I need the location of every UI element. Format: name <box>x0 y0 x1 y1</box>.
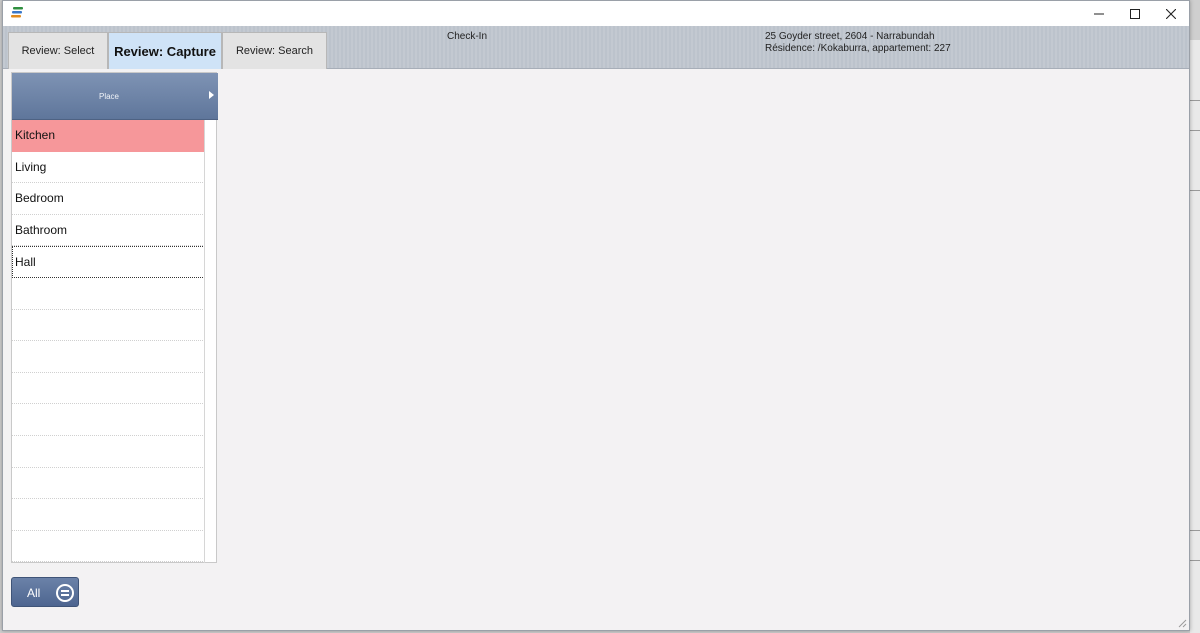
residence-text: Résidence: /Kokaburra, appartement: 227 <box>765 43 951 54</box>
grid-row-empty[interactable] <box>12 310 205 342</box>
equals-icon <box>56 584 74 602</box>
grid-cell: Hall <box>15 254 36 269</box>
close-button[interactable] <box>1153 1 1189 26</box>
app-window: Review: Select Review: Capture Review: S… <box>2 0 1190 631</box>
grid-divider <box>204 120 205 563</box>
all-filter-button[interactable]: All <box>11 577 79 607</box>
grid-cell: Living <box>15 159 47 174</box>
grid-row-kitchen[interactable]: Kitchen <box>12 120 205 152</box>
grid-row-empty[interactable] <box>12 436 205 468</box>
grid-cell: Bedroom <box>15 191 64 206</box>
tab-label: Review: Capture <box>114 43 216 59</box>
tab-label: Review: Select <box>21 45 95 57</box>
grid-row-bathroom[interactable]: Bathroom <box>12 215 205 247</box>
close-icon <box>1166 8 1176 19</box>
grid-row-empty[interactable] <box>12 531 205 563</box>
grid-row-empty[interactable] <box>12 468 205 500</box>
location-info: 25 Goyder street, 2604 - Narrabundah Rés… <box>765 31 951 55</box>
address-text: 25 Goyder street, 2604 - Narrabundah <box>765 31 935 42</box>
grid-row-empty[interactable] <box>12 404 205 436</box>
mode-label: Check-In <box>447 31 488 42</box>
grid-row-hall[interactable]: Hall <box>12 246 205 278</box>
app-logo-icon <box>11 7 23 18</box>
place-grid: Place Kitchen Living Bedroom Bathroom Hall <box>11 72 218 563</box>
maximize-icon <box>1130 8 1140 19</box>
grid-row-empty[interactable] <box>12 373 205 405</box>
tab-label: Review: Search <box>235 45 314 57</box>
expand-arrow-icon[interactable] <box>209 91 214 99</box>
grid-header[interactable]: Place <box>12 73 218 120</box>
grid-row-empty[interactable] <box>12 341 205 373</box>
title-bar <box>3 1 1189 26</box>
grid-cell: Bathroom <box>15 223 68 238</box>
grid-row-empty[interactable] <box>12 499 205 531</box>
grid-row-empty[interactable] <box>12 278 205 310</box>
maximize-button[interactable] <box>1117 1 1153 26</box>
column-header-place: Place <box>98 92 119 101</box>
grid-row-living[interactable]: Living <box>12 152 205 184</box>
grid-cell: Kitchen <box>15 128 56 143</box>
minimize-icon <box>1094 13 1104 14</box>
grid-row-bedroom[interactable]: Bedroom <box>12 183 205 215</box>
grid-body: Kitchen Living Bedroom Bathroom Hall <box>12 120 205 563</box>
minimize-button[interactable] <box>1081 1 1117 26</box>
app-header: Review: Select Review: Capture Review: S… <box>3 26 1189 69</box>
tab-review-capture[interactable]: Review: Capture <box>108 32 222 69</box>
background-window-edge <box>1190 40 1200 633</box>
all-filter-label: All <box>27 586 41 600</box>
tab-review-search[interactable]: Review: Search <box>222 32 327 69</box>
tab-review-select[interactable]: Review: Select <box>8 32 108 69</box>
window-controls <box>1081 1 1189 26</box>
resize-grip-icon[interactable] <box>1177 618 1187 628</box>
